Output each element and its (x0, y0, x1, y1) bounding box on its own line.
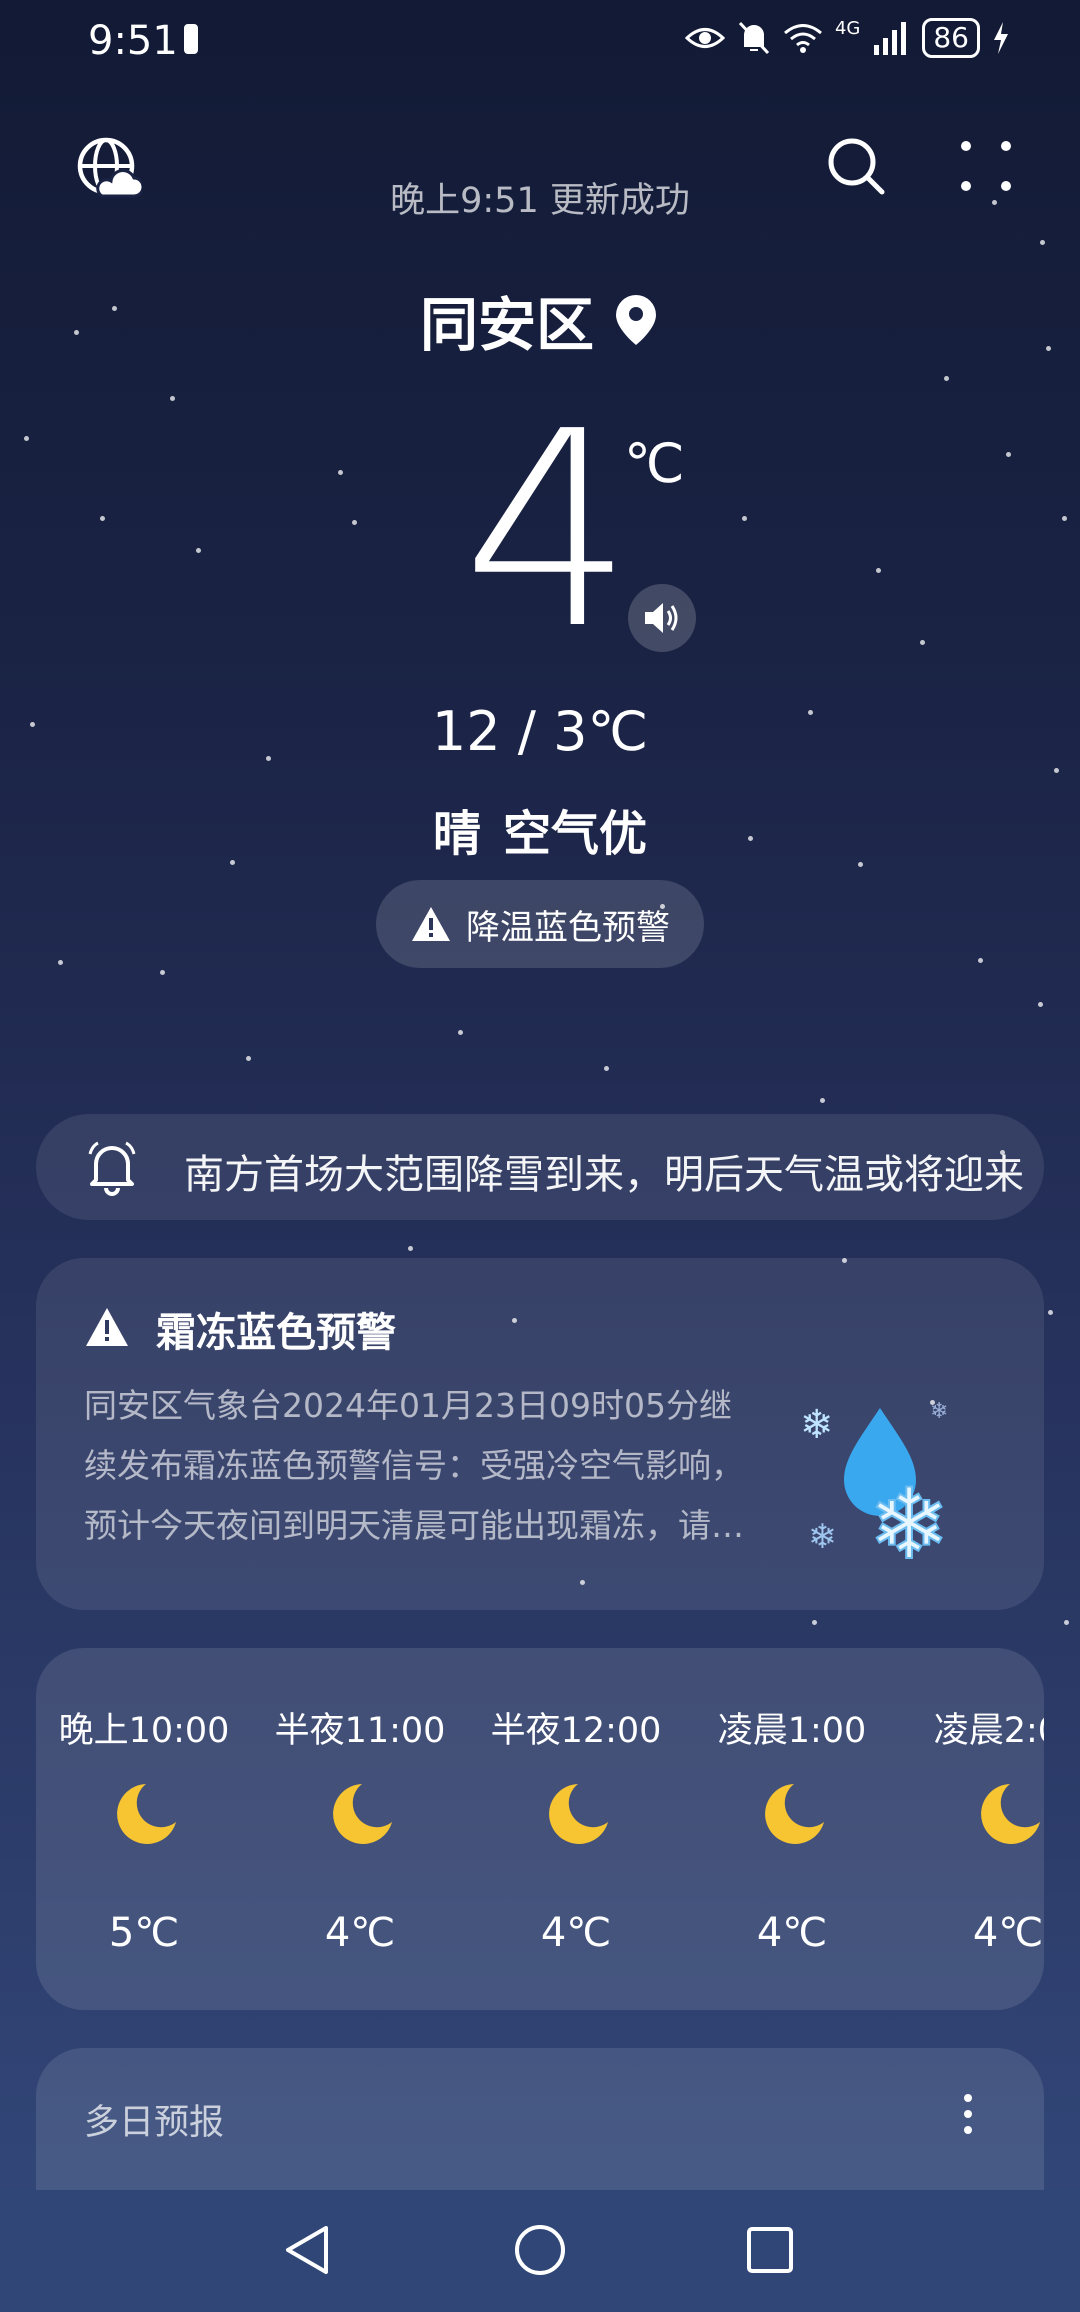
hour-item: 半夜11:00 4℃ (252, 1648, 468, 2010)
hour-time: 半夜11:00 (274, 1711, 446, 1751)
hour-temp: 4℃ (972, 1910, 1044, 1956)
home-icon[interactable] (510, 2220, 570, 2280)
location-selector[interactable]: 同安区 (0, 278, 1080, 362)
current-temperature: 4 (462, 373, 634, 688)
recents-icon[interactable] (740, 2220, 800, 2280)
warning-triangle-icon (412, 907, 450, 941)
location-name: 同安区 (419, 291, 594, 359)
search-button[interactable] (824, 134, 888, 198)
bell-icon (88, 1141, 136, 1196)
multiday-title: 多日预报 (84, 2103, 225, 2143)
battery-icon: 86 (922, 18, 980, 58)
svg-text:❄: ❄ (800, 1402, 834, 1448)
weather-condition: 晴空气优 (0, 794, 1080, 864)
moon-icon (117, 1784, 176, 1844)
status-bar: 9:51 4G 86 (0, 0, 1080, 84)
mute-icon (738, 21, 770, 55)
alert-body: 同安区气象台2024年01月23日09时05分继续发布霜冻蓝色预警信号：受强冷空… (84, 1386, 744, 1545)
grid-dots-icon (961, 141, 1011, 191)
wifi-icon (783, 24, 822, 53)
back-icon[interactable] (278, 2220, 338, 2280)
hour-item: 凌晨1:00 4℃ (684, 1648, 900, 2010)
hourly-forecast[interactable]: 晚上10:00 5℃ 半夜11:00 4℃ 半夜12:00 4℃ 凌晨1:00 … (36, 1648, 1044, 2010)
hour-time: 凌晨1:00 (717, 1711, 867, 1751)
warning-chip[interactable]: 降温蓝色预警 (376, 880, 704, 968)
search-icon (828, 138, 885, 195)
more-menu-button[interactable] (956, 136, 1016, 196)
condition-text: 晴 (432, 806, 481, 862)
hour-temp: 4℃ (540, 1910, 612, 1956)
update-status: 晚上9:51 更新成功 (390, 181, 690, 221)
saver-icon (184, 24, 198, 54)
hour-item: 凌晨2:00 4℃ (900, 1648, 1044, 2010)
weather-alert-card[interactable]: 霜冻蓝色预警 同安区气象台2024年01月23日09时05分继续发布霜冻蓝色预警… (36, 1258, 1044, 1610)
moon-icon (765, 1784, 824, 1844)
alert-title: 霜冻蓝色预警 (156, 1310, 396, 1356)
svg-text:❄: ❄ (868, 1468, 950, 1578)
hour-time: 半夜12:00 (490, 1711, 662, 1751)
moon-icon (333, 1784, 392, 1844)
more-vertical-icon[interactable] (956, 2092, 980, 2136)
hour-item: 半夜12:00 4℃ (468, 1648, 684, 2010)
location-pin-icon (616, 295, 656, 345)
frost-illustration-icon: ❄ ❄ ❄ ❄ (800, 1399, 951, 1578)
charging-icon (994, 22, 1008, 54)
air-quality[interactable]: 空气优 (503, 806, 647, 862)
hour-temp: 4℃ (756, 1910, 828, 1956)
temperature-range: 12 / 3℃ (431, 700, 649, 763)
network-type: 4G (834, 18, 861, 39)
status-icons: 4G 86 (684, 18, 1010, 58)
hour-item: 晚上10:00 5℃ (36, 1648, 252, 2010)
warning-chip-label: 降温蓝色预警 (466, 907, 670, 948)
svg-text:❄: ❄ (808, 1517, 837, 1557)
warning-triangle-icon (86, 1308, 128, 1346)
hour-time: 凌晨2:00 (933, 1711, 1044, 1751)
hour-time: 晚上10:00 (58, 1711, 230, 1751)
signal-icon (874, 22, 907, 55)
temperature-unit: ℃ (624, 432, 685, 495)
moon-icon (981, 1784, 1040, 1844)
news-headline: 南方首场大范围降雪到来，明后天气温或将迎来 (184, 1152, 1024, 1198)
voice-broadcast-button[interactable] (628, 584, 696, 652)
speaker-icon (645, 603, 678, 633)
hour-temp: 4℃ (324, 1910, 396, 1956)
hour-temp: 5℃ (108, 1910, 180, 1956)
svg-text:❄: ❄ (930, 1399, 948, 1424)
status-time: 9:51 (88, 18, 178, 64)
system-nav-bar (0, 2190, 1080, 2312)
news-ticker[interactable]: 南方首场大范围降雪到来，明后天气温或将迎来 (36, 1114, 1044, 1220)
moon-icon (549, 1784, 608, 1844)
eye-icon (684, 28, 725, 48)
